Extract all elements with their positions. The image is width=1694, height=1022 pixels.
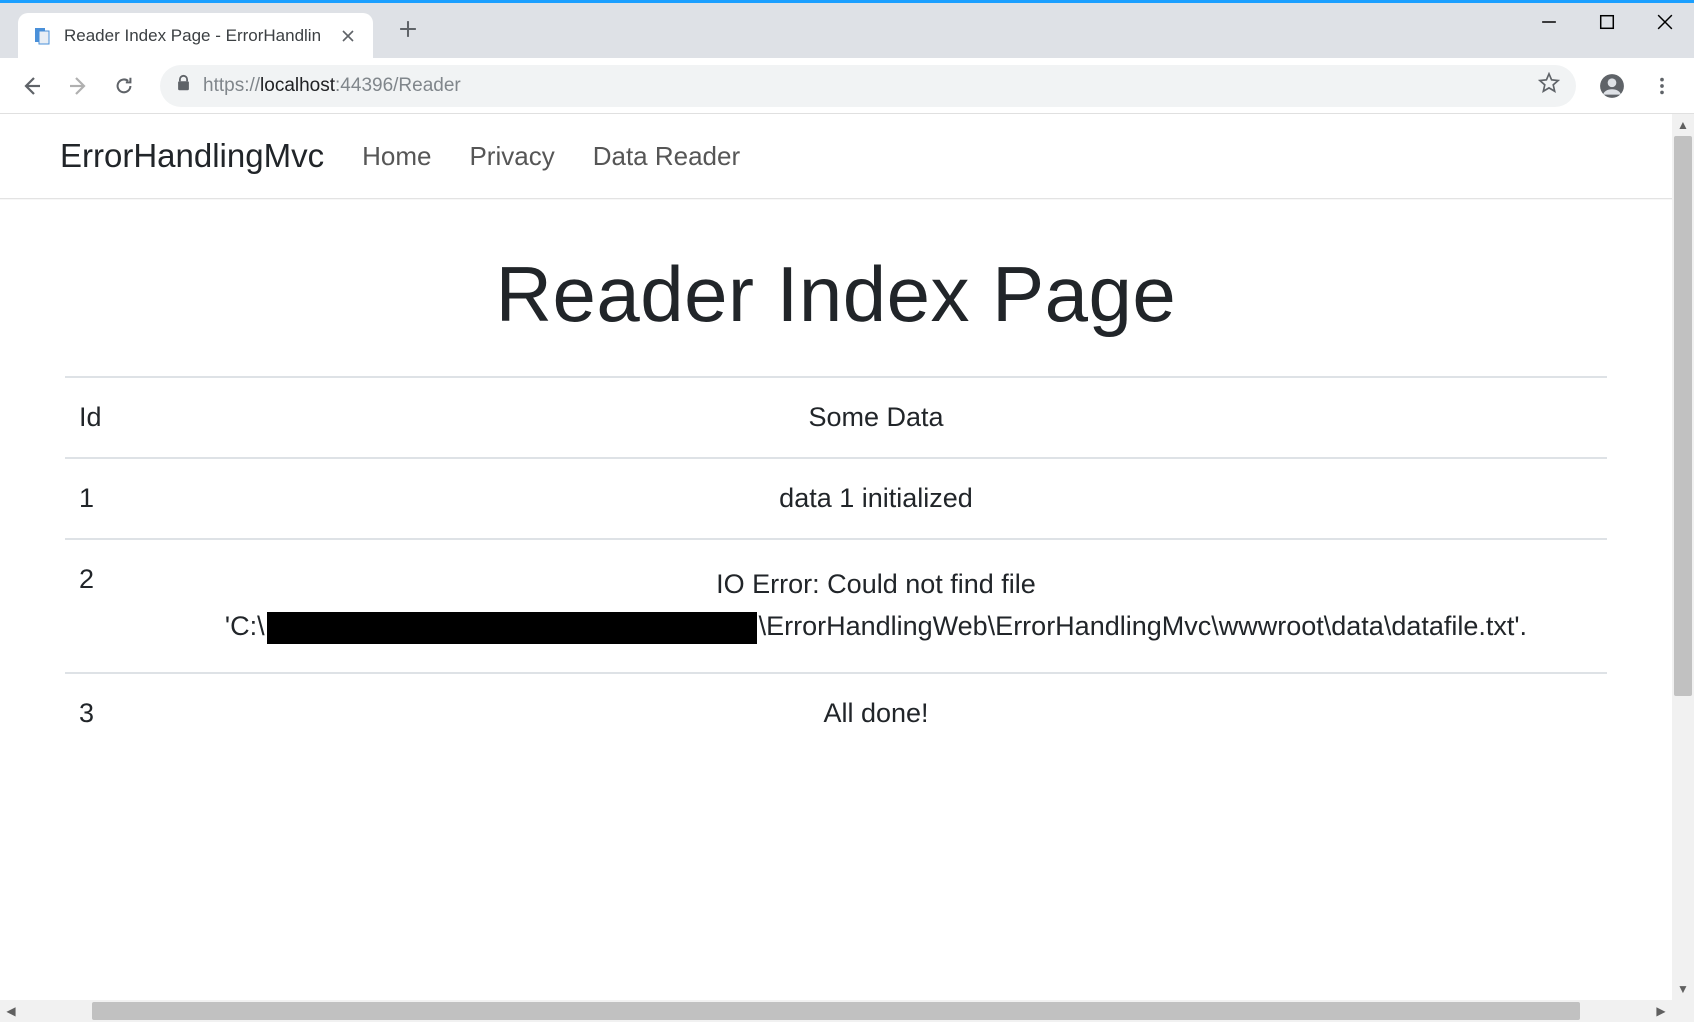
horizontal-scroll-track[interactable]: [22, 1000, 1650, 1022]
site-brand[interactable]: ErrorHandlingMvc: [60, 137, 324, 175]
tab-close-button[interactable]: [339, 27, 357, 45]
lock-icon: [176, 74, 191, 97]
nav-link-privacy[interactable]: Privacy: [469, 141, 554, 172]
url-host: localhost: [260, 75, 335, 96]
cell-id: 2: [65, 539, 145, 673]
bookmark-star-button[interactable]: [1538, 72, 1560, 99]
table-row: 2 IO Error: Could not find file 'C:\ \Err…: [65, 539, 1607, 673]
viewport-row: ErrorHandlingMvc Home Privacy Data Reade…: [0, 114, 1694, 1000]
vertical-scroll-track[interactable]: [1672, 136, 1694, 978]
reload-button[interactable]: [104, 66, 144, 106]
table-row: 1 data 1 initialized: [65, 458, 1607, 539]
error-path-prefix: 'C:\: [225, 611, 265, 641]
window-controls: [1520, 3, 1694, 48]
cell-data: data 1 initialized: [145, 458, 1607, 539]
cell-id: 1: [65, 458, 145, 539]
toolbar-right: [1592, 66, 1682, 106]
back-button[interactable]: [12, 66, 52, 106]
table-row: 3 All done!: [65, 673, 1607, 753]
col-header-data: Some Data: [145, 377, 1607, 458]
titlebar: Reader Index Page - ErrorHandlin: [0, 3, 1694, 58]
window-maximize-button[interactable]: [1578, 3, 1636, 41]
profile-button[interactable]: [1592, 66, 1632, 106]
address-bar[interactable]: https://localhost:44396/Reader: [160, 65, 1576, 107]
url-port: :44396: [335, 75, 393, 96]
cell-data: IO Error: Could not find file 'C:\ \Error…: [145, 539, 1607, 673]
nav-link-data-reader[interactable]: Data Reader: [593, 141, 740, 172]
page-favicon: [32, 26, 52, 46]
url-path: /Reader: [393, 75, 461, 96]
vertical-scroll-thumb[interactable]: [1674, 136, 1692, 696]
rendered-page: ErrorHandlingMvc Home Privacy Data Reade…: [0, 114, 1672, 793]
window-close-button[interactable]: [1636, 3, 1694, 41]
horizontal-scroll-thumb[interactable]: [92, 1002, 1580, 1020]
url-text: https://localhost:44396/Reader: [203, 75, 461, 97]
scroll-down-arrow[interactable]: ▼: [1672, 978, 1694, 1000]
table-header-row: Id Some Data: [65, 377, 1607, 458]
scroll-left-arrow[interactable]: ◀: [0, 1000, 22, 1022]
window-minimize-button[interactable]: [1520, 3, 1578, 41]
site-navbar: ErrorHandlingMvc Home Privacy Data Reade…: [0, 114, 1672, 199]
redacted-path-segment: [267, 612, 757, 644]
browser-tab[interactable]: Reader Index Page - ErrorHandlin: [18, 13, 373, 58]
scroll-up-arrow[interactable]: ▲: [1672, 114, 1694, 136]
cell-id: 3: [65, 673, 145, 753]
data-table: Id Some Data 1 data 1 initialized 2: [65, 376, 1607, 753]
menu-button[interactable]: [1642, 66, 1682, 106]
tab-title: Reader Index Page - ErrorHandlin: [64, 26, 321, 46]
vertical-scrollbar[interactable]: ▲ ▼: [1672, 114, 1694, 1000]
cell-data: All done!: [145, 673, 1607, 753]
nav-link-home[interactable]: Home: [362, 141, 431, 172]
url-scheme: https://: [203, 75, 260, 96]
forward-button[interactable]: [58, 66, 98, 106]
col-header-id: Id: [65, 377, 145, 458]
page-title: Reader Index Page: [65, 249, 1607, 340]
error-path-suffix: \ErrorHandlingWeb\ErrorHandlingMvc\wwwro…: [759, 611, 1527, 641]
horizontal-scrollbar[interactable]: ◀ ▶: [0, 1000, 1672, 1022]
page-viewport: ErrorHandlingMvc Home Privacy Data Reade…: [0, 114, 1672, 1000]
scrollbar-corner: [1672, 1000, 1694, 1022]
new-tab-button[interactable]: [393, 14, 423, 44]
scroll-right-arrow[interactable]: ▶: [1650, 1000, 1672, 1022]
error-line-1: IO Error: Could not find file: [716, 569, 1036, 599]
browser-window: Reader Index Page - ErrorHandlin: [0, 0, 1694, 1022]
page-container: Reader Index Page Id Some Data 1 data 1 …: [0, 199, 1672, 793]
browser-toolbar: https://localhost:44396/Reader: [0, 58, 1694, 114]
